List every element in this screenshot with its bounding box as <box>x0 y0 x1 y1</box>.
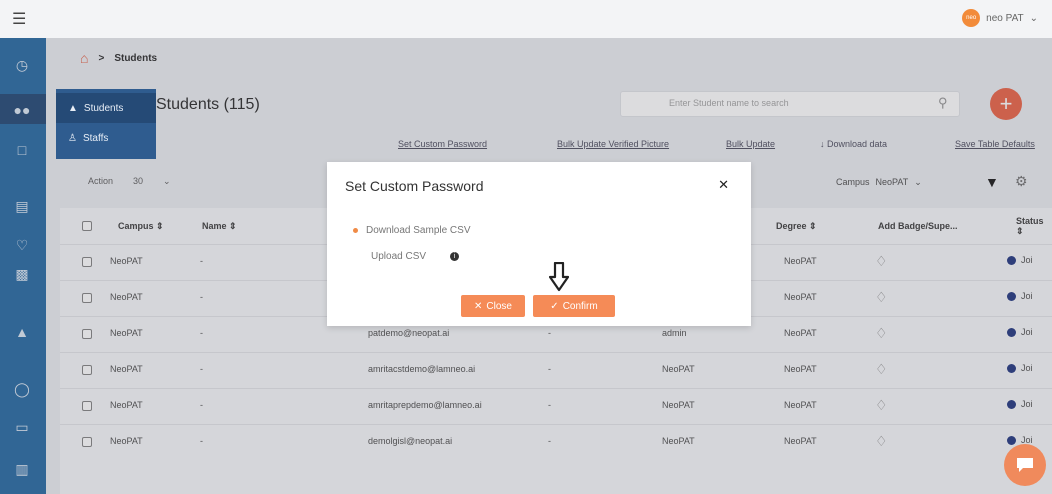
download-sample-csv-link[interactable]: Download Sample CSV <box>353 225 471 236</box>
menu-icon[interactable]: ☰ <box>12 9 26 29</box>
user-menu[interactable]: neo neo PAT ⌄ <box>962 9 1038 27</box>
submenu-item-staffs[interactable]: ♙ Staffs <box>56 123 156 153</box>
chevron-down-icon: ⌄ <box>1029 12 1038 24</box>
info-icon[interactable]: i <box>450 252 460 261</box>
user-name: neo PAT <box>986 12 1024 24</box>
close-icon: ✕ <box>474 300 483 312</box>
avatar: neo <box>962 9 981 27</box>
students-icon: ▲ <box>68 102 78 114</box>
upload-csv-field[interactable]: Upload CSV i <box>371 251 460 262</box>
top-bar: ☰ neo neo PAT ⌄ <box>0 0 1052 38</box>
close-icon[interactable]: ✕ <box>718 177 729 193</box>
pointer-arrow-icon <box>549 262 569 292</box>
submenu-item-students[interactable]: ▲ Students <box>56 93 156 123</box>
sidebar-submenu: ▲ Students ♙ Staffs <box>56 89 156 159</box>
chat-widget-button[interactable] <box>1004 444 1046 486</box>
set-custom-password-dialog: Set Custom Password ✕ Download Sample CS… <box>327 162 751 326</box>
chat-icon <box>1017 458 1033 472</box>
close-button[interactable]: ✕ Close <box>461 295 525 317</box>
dialog-title: Set Custom Password <box>345 178 484 194</box>
bullet-icon <box>353 228 358 233</box>
check-icon: ✓ <box>550 300 559 312</box>
staff-icon: ♙ <box>68 132 77 144</box>
confirm-button[interactable]: ✓ Confirm <box>533 295 615 317</box>
